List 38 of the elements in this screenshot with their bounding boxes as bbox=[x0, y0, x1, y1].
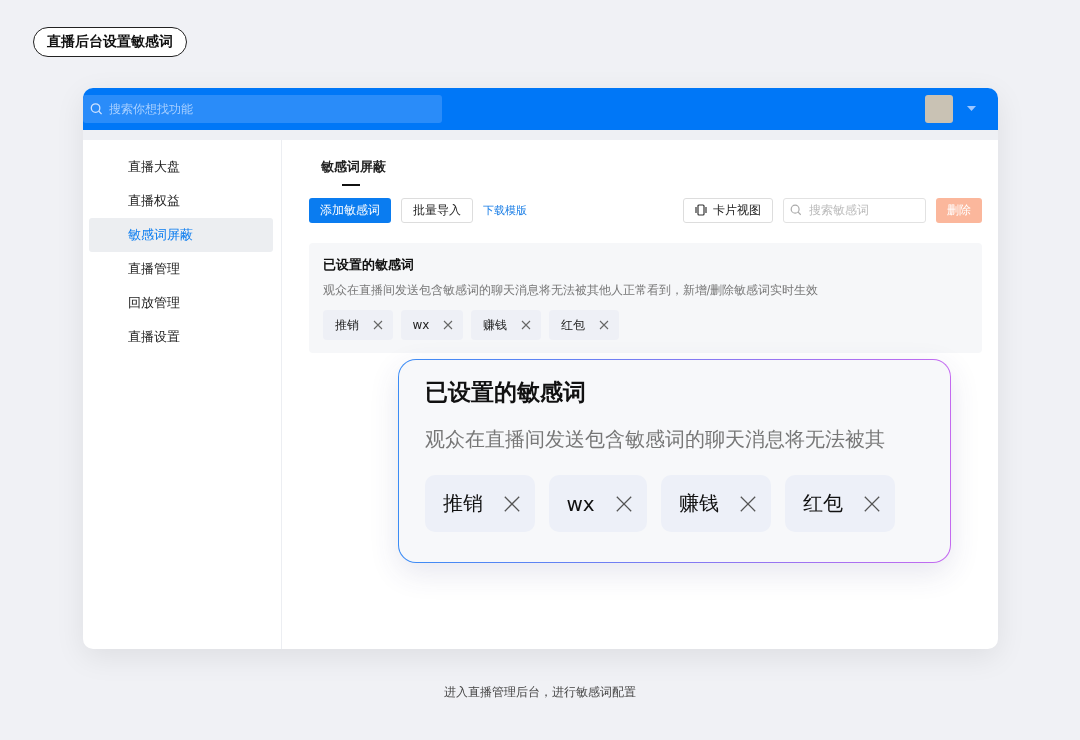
search-icon bbox=[89, 102, 103, 116]
caption: 进入直播管理后台，进行敏感词配置 bbox=[444, 685, 636, 700]
add-word-button[interactable]: 添加敏感词 bbox=[308, 197, 391, 223]
search-field[interactable]: 搜索你想找功能 bbox=[82, 95, 442, 123]
callout-title: 已设置的敏感词 bbox=[424, 378, 587, 407]
tag-label: 推销 bbox=[334, 316, 359, 334]
close-icon[interactable] bbox=[372, 320, 383, 330]
tag-label: wx bbox=[412, 318, 430, 332]
close-icon[interactable] bbox=[738, 494, 757, 513]
tag-label: 红包 bbox=[802, 490, 843, 517]
tag-label: 赚钱 bbox=[678, 490, 719, 517]
close-icon[interactable] bbox=[599, 320, 610, 330]
tag-label: 推销 bbox=[442, 490, 483, 517]
close-icon[interactable] bbox=[521, 320, 532, 330]
sidebar-item[interactable]: 敏感词屏蔽 bbox=[88, 218, 273, 252]
tag-label: 赚钱 bbox=[483, 316, 508, 334]
sidebar-item[interactable]: 直播权益 bbox=[88, 184, 273, 218]
callout-description: 观众在直播间发送包含敏感词的聊天消息将无法被其 bbox=[424, 427, 886, 453]
download-link[interactable]: 下载模版 bbox=[482, 202, 527, 218]
panel-title: 已设置的敏感词 bbox=[322, 256, 415, 274]
sidebar-item[interactable]: 直播大盘 bbox=[88, 150, 273, 184]
import-button[interactable]: 批量导入 bbox=[400, 197, 473, 223]
panel-description: 观众在直播间发送包含敏感词的聊天消息将无法被其他人正常看到，新增/删除敏感词实时生效 bbox=[322, 283, 820, 298]
sidebar-item[interactable]: 回放管理 bbox=[88, 286, 273, 320]
tag-label: wx bbox=[566, 491, 595, 516]
sidebar-item[interactable]: 直播设置 bbox=[88, 320, 273, 354]
search-icon bbox=[789, 204, 802, 216]
page-title: 直播后台设置敏感词 bbox=[33, 27, 187, 57]
close-icon[interactable] bbox=[614, 494, 633, 513]
close-icon[interactable] bbox=[443, 320, 454, 330]
sidebar-item[interactable]: 直播管理 bbox=[88, 252, 273, 286]
card-view-button[interactable]: 卡片视图 bbox=[682, 197, 773, 223]
tab[interactable]: 敏感词屏蔽 bbox=[308, 158, 398, 186]
tag-label: 红包 bbox=[561, 316, 586, 334]
search-field[interactable]: 搜索敏感词 bbox=[782, 197, 926, 223]
card-icon bbox=[694, 204, 707, 216]
close-icon[interactable] bbox=[862, 494, 881, 513]
close-icon[interactable] bbox=[502, 494, 521, 513]
